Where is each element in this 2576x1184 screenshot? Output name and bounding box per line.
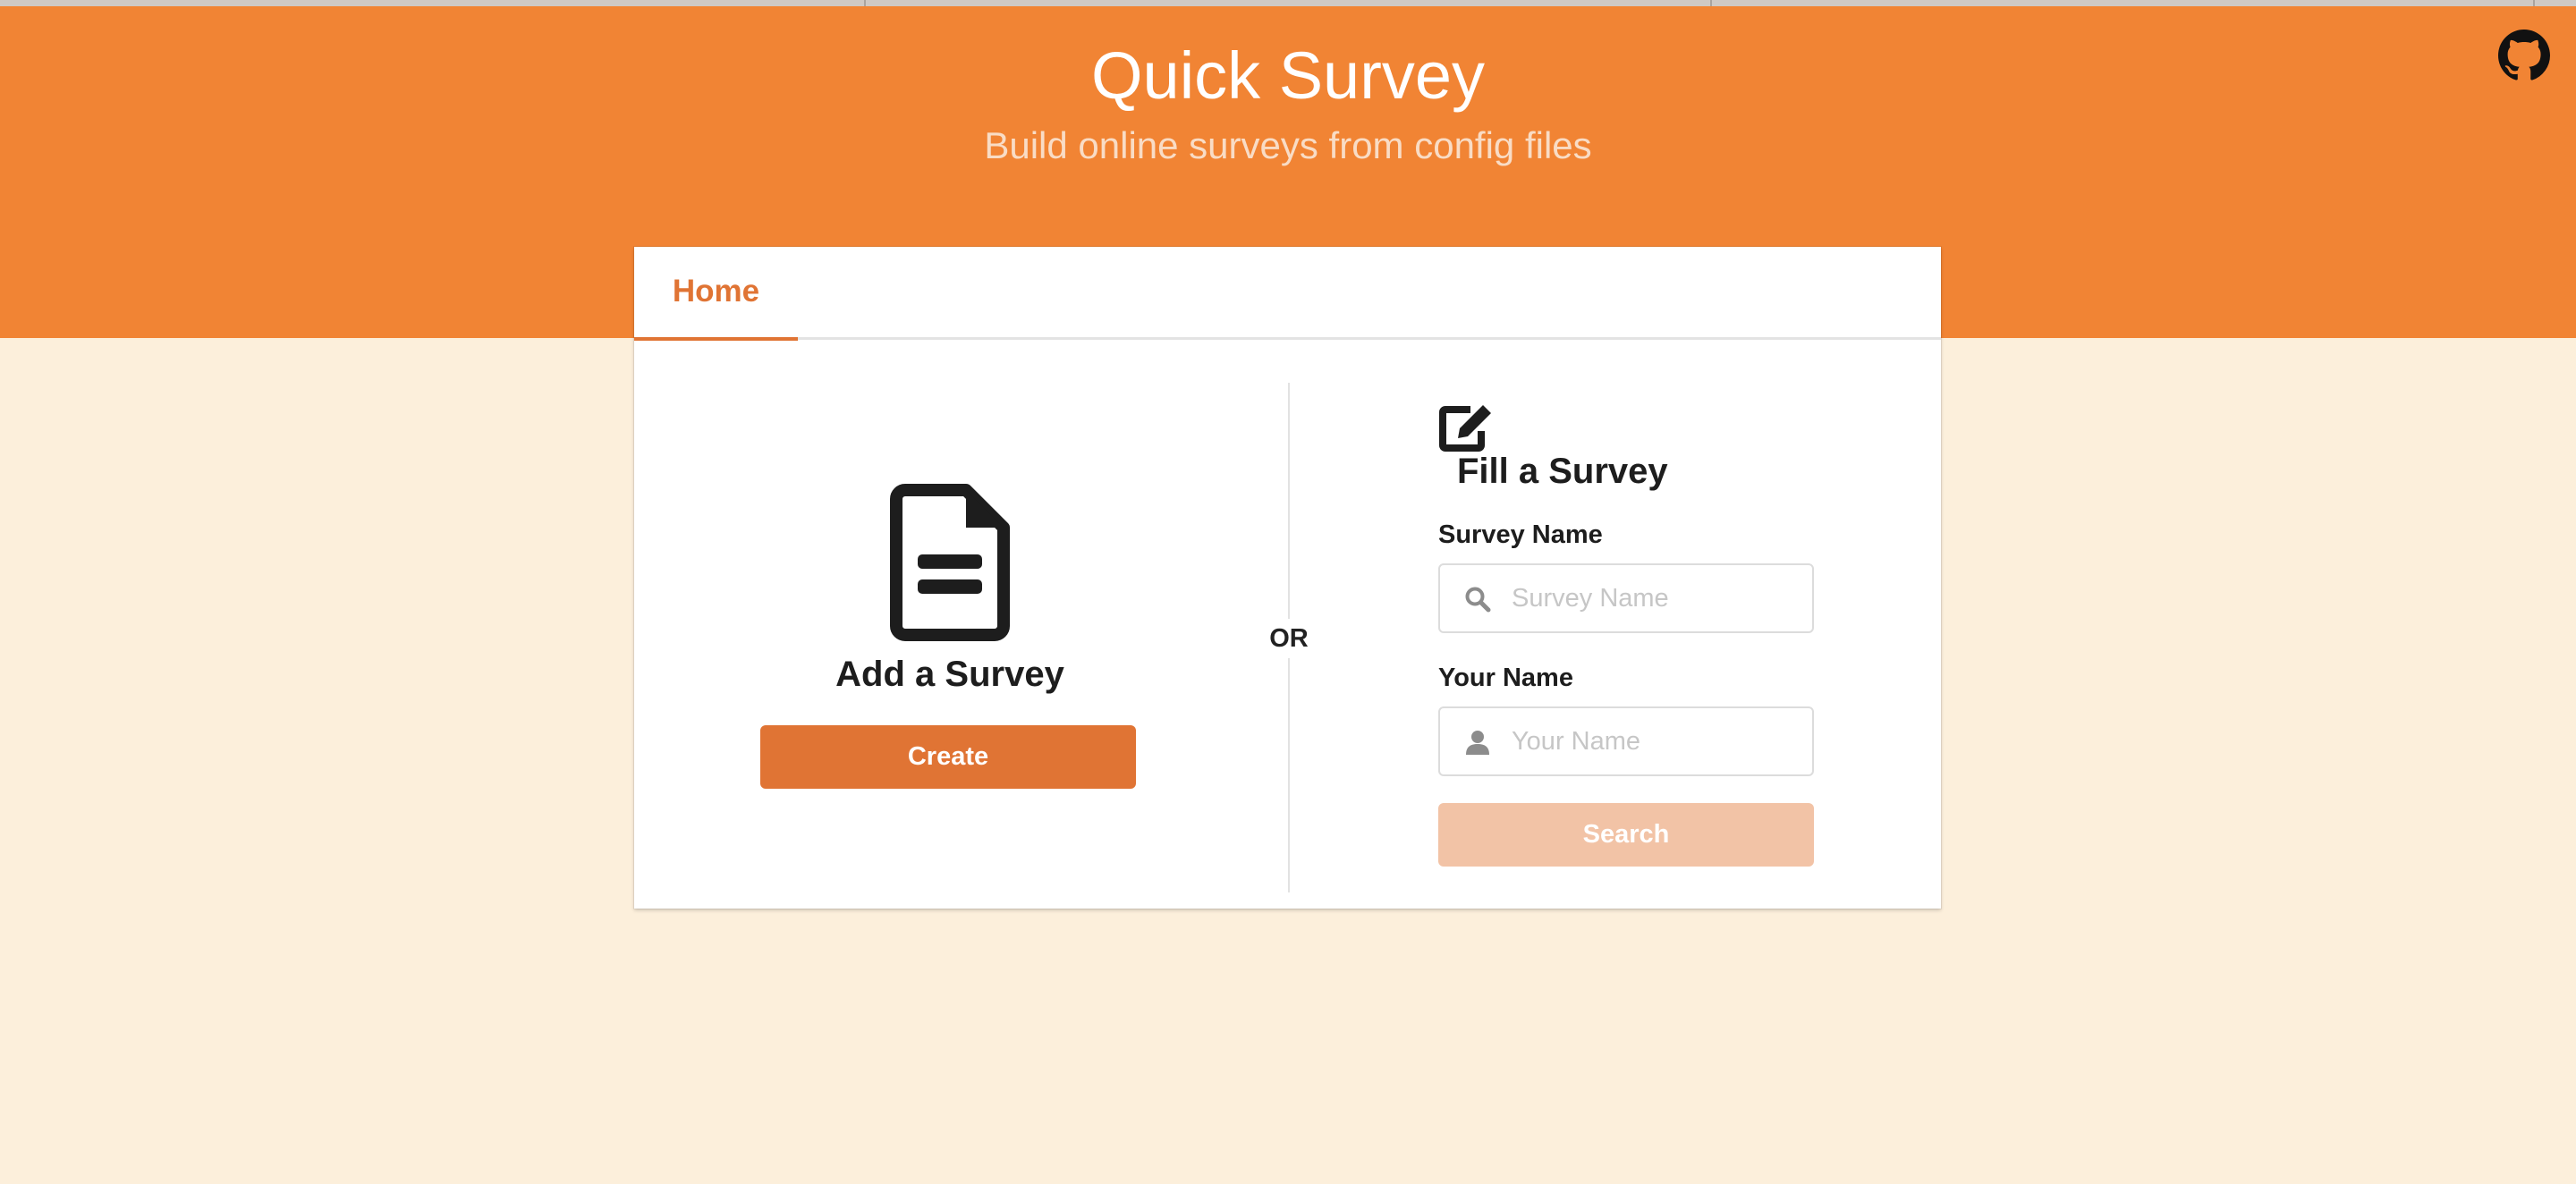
strip-divider	[2533, 0, 2535, 6]
user-icon	[1466, 731, 1489, 755]
strip-divider	[1710, 0, 1712, 6]
app-title: Quick Survey	[1090, 38, 1486, 113]
survey-name-field[interactable]	[1438, 563, 1814, 633]
your-name-field[interactable]	[1438, 706, 1814, 776]
browser-top-strip	[0, 0, 2576, 6]
survey-name-label: Survey Name	[1438, 520, 1603, 549]
github-icon[interactable]	[2498, 30, 2550, 81]
create-button[interactable]: Create	[760, 725, 1136, 789]
search-icon	[1465, 587, 1491, 613]
home-card: Home Add a Survey Create OR Fill a Surve…	[634, 247, 1941, 909]
tab-home[interactable]: Home	[634, 247, 798, 341]
add-survey-title: Add a Survey	[835, 655, 1064, 694]
search-button[interactable]: Search	[1438, 803, 1814, 867]
app-subtitle: Build online surveys from config files	[984, 124, 1592, 166]
document-icon	[890, 484, 1010, 641]
survey-name-input[interactable]	[1512, 565, 1802, 631]
edit-icon	[1439, 405, 1491, 452]
your-name-label: Your Name	[1438, 664, 1573, 692]
your-name-input[interactable]	[1512, 708, 1802, 774]
fill-survey-title: Fill a Survey	[1457, 452, 1668, 491]
tab-bar: Home	[634, 247, 1941, 341]
strip-divider	[864, 0, 866, 6]
or-separator: OR	[1266, 619, 1312, 658]
